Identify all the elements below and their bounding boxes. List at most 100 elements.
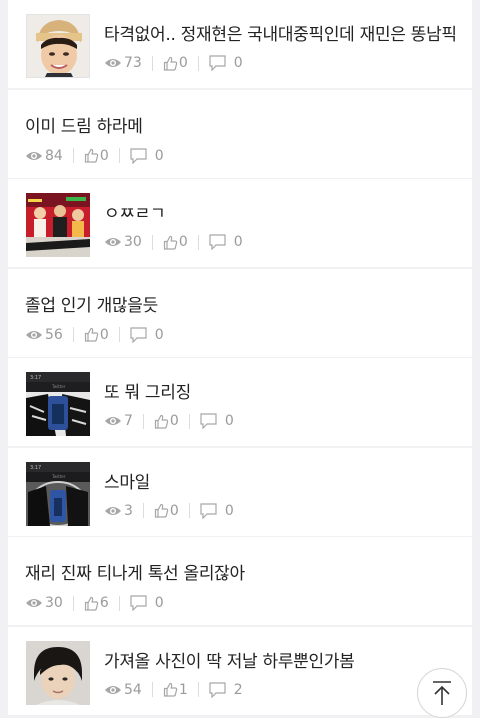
post-title[interactable]: 재리 진짜 티나게 톡선 올리잖아 — [25, 559, 245, 584]
view-count: 30 — [25, 595, 63, 611]
eye-icon — [105, 506, 121, 515]
eye-icon — [26, 599, 42, 607]
divider — [188, 503, 190, 518]
view-count: 7 — [104, 413, 133, 429]
comment-icon — [200, 413, 217, 429]
svg-text:3:17: 3:17 — [30, 375, 41, 381]
svg-text:Twitter: Twitter — [51, 384, 66, 389]
post-item[interactable]: 가져올 사진이 딱 저날 하루뿐인가봄 54 1 2 — [8, 626, 472, 715]
post-item[interactable]: 3:17 Twitter 스마일 3 0 0 — [8, 447, 472, 536]
like-count[interactable]: 0 — [163, 55, 188, 71]
post-thumbnail[interactable]: 3:17 Twitter — [26, 372, 90, 436]
post-title[interactable]: 가져올 사진이 딱 저날 하루뿐인가봄 — [104, 647, 355, 672]
divider — [197, 55, 199, 71]
post-meta: 54 1 2 — [104, 682, 243, 698]
post-title[interactable]: 졸업 인기 개많을듯 — [25, 291, 158, 316]
svg-text:3:17: 3:17 — [30, 465, 41, 471]
post-item[interactable]: 재리 진짜 티나게 톡선 올리잖아 30 6 0 — [8, 537, 472, 625]
post-meta: 3 0 0 — [104, 503, 234, 519]
view-count: 3 — [104, 503, 133, 519]
view-count: 30 — [104, 234, 142, 250]
scroll-to-top-button[interactable] — [417, 668, 467, 718]
post-meta: 7 0 0 — [104, 413, 234, 429]
post-meta: 30 6 0 — [25, 595, 164, 611]
like-count[interactable]: 0 — [84, 327, 109, 343]
divider — [151, 682, 153, 697]
eye-icon — [26, 151, 42, 160]
comment-count[interactable]: 2 — [209, 682, 243, 698]
divider — [118, 327, 120, 342]
thumbs-up-icon — [163, 56, 178, 71]
divider — [151, 234, 153, 250]
post-title[interactable]: 이미 드림 하라메 — [25, 112, 143, 137]
divider — [151, 55, 153, 71]
eye-icon — [105, 238, 121, 246]
thumbs-up-icon — [154, 503, 169, 518]
post-thumbnail[interactable] — [26, 640, 90, 705]
post-title[interactable]: 타격없어.. 정재현은 국내대중픽인데 재민은 똥남픽 — [104, 20, 457, 45]
post-item[interactable]: 이미 드림 하라메 84 0 0 — [8, 89, 472, 178]
post-title[interactable]: 또 뭐 그리징 — [104, 378, 191, 403]
post-meta: 73 0 0 — [104, 55, 243, 71]
comment-icon — [200, 502, 217, 519]
comment-count[interactable]: 0 — [200, 503, 234, 519]
divider — [188, 413, 190, 429]
comment-count[interactable]: 0 — [209, 234, 243, 250]
thumbs-up-icon — [84, 148, 99, 163]
thumbs-up-icon — [84, 327, 99, 342]
like-count[interactable]: 0 — [84, 148, 109, 164]
post-meta: 30 0 0 — [104, 234, 243, 250]
thumbs-up-icon — [84, 596, 99, 611]
divider — [72, 595, 74, 611]
comment-icon — [130, 326, 147, 343]
thumbs-up-icon — [163, 235, 178, 250]
divider — [118, 148, 120, 163]
eye-icon — [105, 417, 121, 425]
comment-icon — [209, 681, 226, 698]
view-count: 56 — [25, 327, 63, 343]
post-meta: 56 0 0 — [25, 327, 164, 343]
eye-icon — [105, 685, 121, 694]
view-count: 84 — [25, 148, 63, 164]
comment-count[interactable]: 0 — [130, 148, 164, 164]
like-count[interactable]: 1 — [163, 682, 188, 698]
view-count: 54 — [104, 682, 142, 698]
arrow-up-icon — [433, 681, 451, 705]
comment-count[interactable]: 0 — [209, 55, 243, 71]
thumbs-up-icon — [154, 414, 169, 429]
post-thumbnail[interactable]: 3:17 Twitter — [26, 461, 90, 526]
comment-icon — [130, 147, 147, 164]
post-item[interactable]: 3:17 Twitter 또 뭐 그리징 7 0 0 — [8, 358, 472, 446]
post-thumbnail[interactable] — [26, 14, 90, 78]
divider — [118, 595, 120, 611]
eye-icon — [26, 330, 42, 339]
like-count[interactable]: 0 — [163, 234, 188, 250]
divider — [72, 327, 74, 342]
divider — [197, 682, 199, 697]
post-item[interactable]: 타격없어.. 정재현은 국내대중픽인데 재민은 똥남픽 73 0 0 — [8, 0, 472, 88]
comment-count[interactable]: 0 — [130, 327, 164, 343]
comment-icon — [130, 595, 147, 611]
comment-icon — [209, 55, 226, 71]
divider — [142, 503, 144, 518]
post-title[interactable]: ㅇㅉㄹㄱ — [104, 199, 166, 224]
view-count: 73 — [104, 55, 142, 71]
like-count[interactable]: 6 — [84, 595, 109, 611]
post-meta: 84 0 0 — [25, 148, 164, 164]
eye-icon — [105, 59, 121, 67]
post-thumbnail[interactable] — [26, 193, 90, 257]
post-item[interactable]: ㅇㅉㄹㄱ 30 0 0 — [8, 179, 472, 267]
svg-text:Twitter: Twitter — [51, 474, 66, 479]
comment-icon — [209, 234, 226, 250]
post-item[interactable]: 졸업 인기 개많을듯 56 0 0 — [8, 268, 472, 357]
thumbs-up-icon — [163, 682, 178, 697]
comment-count[interactable]: 0 — [130, 595, 164, 611]
divider — [72, 148, 74, 163]
post-title[interactable]: 스마일 — [104, 468, 150, 493]
post-list: 타격없어.. 정재현은 국내대중픽인데 재민은 똥남픽 73 0 0 이미 드림… — [8, 0, 472, 716]
like-count[interactable]: 0 — [154, 413, 179, 429]
divider — [142, 413, 144, 429]
divider — [197, 234, 199, 250]
comment-count[interactable]: 0 — [200, 413, 234, 429]
like-count[interactable]: 0 — [154, 503, 179, 519]
